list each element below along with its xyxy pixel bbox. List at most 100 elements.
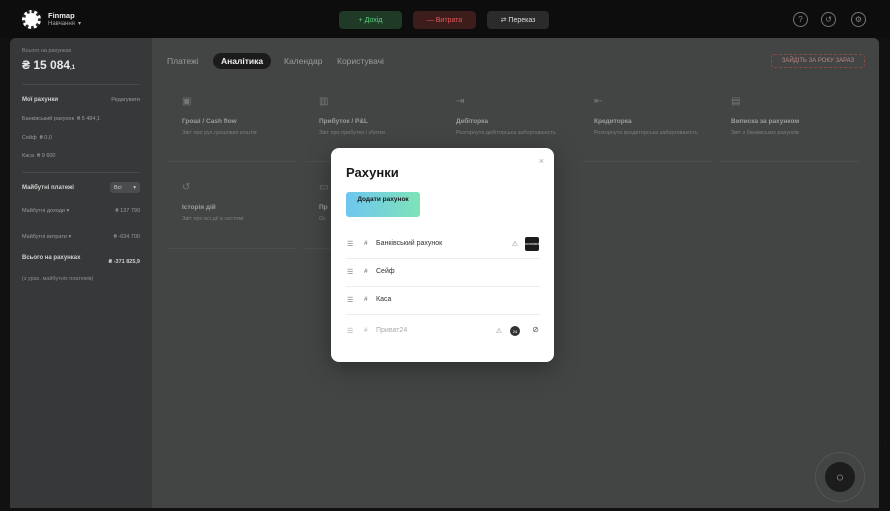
workspace-name: Навчання <box>48 21 75 27</box>
add-income-button[interactable]: + Дохід <box>339 11 402 29</box>
add-transfer-button[interactable]: ⇄ Переказ <box>487 11 549 29</box>
total-balance: ₴ 15 084,1 <box>22 58 75 72</box>
divider <box>720 161 860 162</box>
card-description: Звіт з банківських рахунків <box>731 130 799 136</box>
card-title: Прибуток / P&L <box>319 118 369 125</box>
bar-chart-icon: ▥ <box>319 96 329 107</box>
hash-icon: # <box>364 327 368 334</box>
history-icon[interactable]: ↺ <box>821 12 836 27</box>
divider <box>582 161 712 162</box>
card-description: Звіт про прибутки і збитки <box>319 130 385 136</box>
account-row[interactable]: ☰ # Приват24 ⚠ 24 ⊘ <box>346 318 540 346</box>
version-label: · · · <box>883 440 888 447</box>
logout-icon: ⇤ <box>594 96 603 107</box>
close-icon[interactable]: × <box>539 156 544 166</box>
future-payments-heading: Майбутні платежі <box>22 185 74 191</box>
eye-off-icon[interactable]: ⊘ <box>532 325 539 334</box>
drag-handle-icon[interactable]: ☰ <box>347 240 353 248</box>
add-account-button[interactable]: Додати рахунок <box>346 192 420 217</box>
report-card-payables[interactable]: ⇤ Кредиторка Розгорнута кредиторська заб… <box>594 96 718 164</box>
folder-icon: ▭ <box>319 182 329 193</box>
tab-analytics[interactable]: Аналітика <box>213 53 272 69</box>
edit-accounts-link[interactable]: Редагувати <box>111 97 140 103</box>
account-row[interactable]: ☰ # Сейф <box>346 259 540 287</box>
future-expense-value: ₴ -634 700 <box>113 234 140 240</box>
account-row[interactable]: ☰ # Каса <box>346 287 540 315</box>
finmap-logo[interactable] <box>22 10 41 29</box>
settings-icon[interactable]: ⚙ <box>851 12 866 27</box>
sidebar-account-item[interactable]: Сейф ₴ 0,0 <box>22 135 52 141</box>
hash-icon: # <box>364 296 368 303</box>
drag-handle-icon[interactable]: ☰ <box>347 327 353 335</box>
brand-name: Finmap <box>48 11 75 20</box>
future-income-value: ₴ 137 790 <box>115 208 140 214</box>
account-name: Каса <box>22 153 35 159</box>
total-label: Всього на рахунках <box>22 48 72 54</box>
future-payments-select[interactable]: Всі ▾ <box>110 182 140 193</box>
chevron-down-icon: ▾ <box>133 184 136 191</box>
account-value: ₴ 9 600 <box>37 153 56 159</box>
accounts-heading: Мої рахунки <box>22 97 59 103</box>
card-description: Звіт про рух грошових коштів <box>182 130 257 136</box>
divider <box>167 161 297 162</box>
wallet-icon: ▣ <box>182 96 192 107</box>
future-income-label: Майбутні доходи <box>22 208 65 214</box>
workspace-switcher[interactable]: Навчання ▾ <box>48 20 81 27</box>
warning-icon[interactable]: ⚠ <box>512 240 518 248</box>
account-value: ₴ 0,0 <box>39 135 52 141</box>
promo-badge[interactable]: ЗАЙДІТЬ ЗА РОКУ ЗАРАЗ <box>771 54 865 68</box>
divider <box>167 248 297 249</box>
card-description: Звіт про всі дії в системі <box>182 216 244 222</box>
divider <box>22 84 140 85</box>
report-card-statement[interactable]: ▤ Виписка за рахунком Звіт з банківських… <box>731 96 855 164</box>
total-balance-decimal: ,1 <box>70 65 76 71</box>
sidebar-account-item[interactable]: Банківський рахунок ₴ 5 484,1 <box>22 116 100 122</box>
account-name: Банківський рахунок <box>22 116 75 122</box>
account-value: ₴ 5 484,1 <box>77 116 101 122</box>
login-icon: ⇥ <box>456 96 465 107</box>
top-bar: Finmap Навчання ▾ + Дохід — Витрата ⇄ Пер… <box>0 0 890 38</box>
chat-button[interactable]: ◌ <box>825 462 855 492</box>
card-title: Кредиторка <box>594 118 632 125</box>
document-icon: ▤ <box>731 96 741 107</box>
add-expense-button[interactable]: — Витрата <box>413 11 476 29</box>
account-name: Каса <box>376 296 392 303</box>
history-icon: ↺ <box>182 182 191 193</box>
card-description: Розгорнута кредиторська заборгованість <box>594 130 698 136</box>
chat-bubble-icon: ◌ <box>836 470 844 484</box>
select-value: Всі <box>114 184 122 191</box>
total-future-value: ₴ -371 825,9 <box>108 259 141 265</box>
card-title: Виписка за рахунком <box>731 118 800 125</box>
report-card-history[interactable]: ↺ Історія дій Звіт про всі дії в системі <box>182 182 306 250</box>
tab-calendar[interactable]: Календар <box>284 56 322 66</box>
hash-icon: # <box>364 268 368 275</box>
modal-title: Рахунки <box>346 165 399 180</box>
account-name: Приват24 <box>376 327 408 334</box>
card-description: Розгорнута дебіторська заборгованість <box>456 130 556 136</box>
privat24-icon[interactable]: 24 <box>510 326 520 336</box>
total-future-note: (з урах. майбутніх платежів) <box>22 276 94 282</box>
card-title: Історія дій <box>182 204 216 211</box>
account-name: Сейф <box>376 268 395 275</box>
report-card-cashflow[interactable]: ▣ Гроші / Cash flow Звіт про рух грошови… <box>182 96 306 164</box>
future-income-toggle[interactable]: Майбутні доходи ▾ <box>22 208 69 214</box>
monobank-icon[interactable]: monobank <box>524 237 540 251</box>
card-title: Пр <box>319 204 328 211</box>
help-icon[interactable]: ? <box>793 12 808 27</box>
divider <box>22 172 140 173</box>
total-future-label: Всього на рахунках <box>22 255 81 261</box>
tab-payments[interactable]: Платежі <box>167 56 199 66</box>
future-expense-label: Майбутні витрати <box>22 234 67 240</box>
tab-users[interactable]: Користувачі <box>337 56 384 66</box>
chevron-down-icon: ▾ <box>77 21 81 27</box>
sidebar-account-item[interactable]: Каса ₴ 9 600 <box>22 153 56 159</box>
account-row[interactable]: ☰ # Банківський рахунок ⚠ monobank <box>346 231 540 259</box>
warning-icon[interactable]: ⚠ <box>496 327 502 335</box>
drag-handle-icon[interactable]: ☰ <box>347 268 353 276</box>
drag-handle-icon[interactable]: ☰ <box>347 296 353 304</box>
account-name: Банківський рахунок <box>376 240 443 247</box>
sidebar: Всього на рахунках ₴ 15 084,1 Мої рахунк… <box>10 38 152 508</box>
card-title: Дебіторка <box>456 118 488 125</box>
total-balance-value: ₴ 15 084 <box>22 58 71 72</box>
future-expense-toggle[interactable]: Майбутні витрати ▾ <box>22 234 71 240</box>
